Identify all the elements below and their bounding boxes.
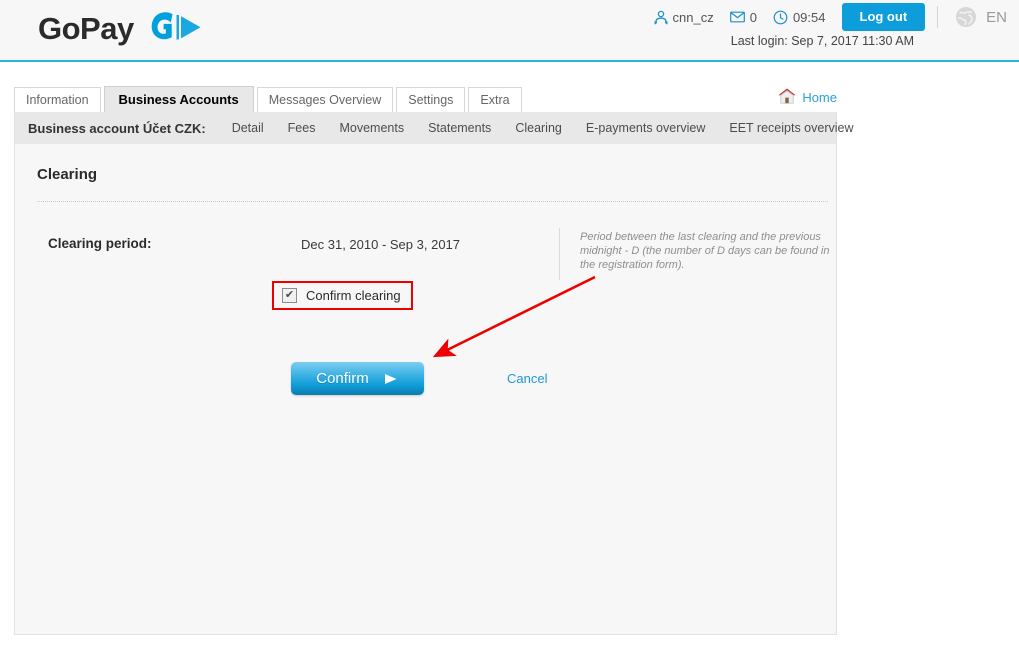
tab-list: Information Business Accounts Messages O… xyxy=(14,86,525,112)
brand-logo[interactable]: GoPay xyxy=(38,8,204,48)
clearing-period-row: Clearing period: Dec 31, 2010 - Sep 3, 2… xyxy=(15,228,836,292)
header-right-controls: cnn_cz 0 09:54 Log out EN Last login: Se… xyxy=(607,0,1007,62)
header-status-row: cnn_cz 0 09:54 Log out EN xyxy=(654,3,1007,31)
confirm-clearing-highlight: ✔ Confirm clearing xyxy=(272,281,413,310)
logout-button[interactable]: Log out xyxy=(841,3,926,31)
home-label: Home xyxy=(802,90,837,105)
messages-indicator[interactable]: 0 xyxy=(729,9,757,25)
house-icon xyxy=(777,86,797,109)
page-title: Clearing xyxy=(37,166,98,183)
globe-icon[interactable] xyxy=(954,5,978,29)
tab-extra[interactable]: Extra xyxy=(468,87,522,112)
tab-settings[interactable]: Settings xyxy=(396,87,466,112)
form-actions: Confirm Cancel xyxy=(291,362,547,395)
home-link[interactable]: Home xyxy=(777,86,837,109)
clearing-period-value: Dec 31, 2010 - Sep 3, 2017 xyxy=(301,237,461,252)
note-divider xyxy=(559,228,560,280)
subnav-link-epayments-overview[interactable]: E-payments overview xyxy=(586,121,706,135)
tab-information[interactable]: Information xyxy=(14,87,101,112)
confirm-button[interactable]: Confirm xyxy=(291,362,424,395)
tab-business-accounts[interactable]: Business Accounts xyxy=(103,86,254,112)
cancel-link[interactable]: Cancel xyxy=(507,371,547,386)
title-separator xyxy=(37,201,828,202)
user-icon xyxy=(654,10,668,25)
account-subnav: Business account Účet CZK: Detail Fees M… xyxy=(15,112,854,144)
language-code[interactable]: EN xyxy=(986,9,1007,26)
subnav-link-clearing[interactable]: Clearing xyxy=(515,121,562,135)
header-divider xyxy=(937,6,939,28)
session-clock: 09:54 xyxy=(773,10,826,25)
user-account[interactable]: cnn_cz xyxy=(654,10,714,25)
last-login-text: Last login: Sep 7, 2017 11:30 AM xyxy=(730,34,914,48)
clearing-period-note: Period between the last clearing and the… xyxy=(580,231,830,271)
play-arrow-icon xyxy=(383,372,399,386)
subnav-account-title: Business account Účet CZK: xyxy=(28,120,206,136)
session-time: 09:54 xyxy=(792,9,826,25)
clock-icon xyxy=(773,10,788,25)
confirm-clearing-checkbox[interactable]: ✔ xyxy=(282,288,297,303)
page-header: GoPay cnn_cz 0 09:54 Log out EN Last log… xyxy=(0,0,1019,62)
gopay-g-play-icon xyxy=(148,11,204,45)
content-panel: Business account Účet CZK: Detail Fees M… xyxy=(14,112,854,635)
primary-tabbar: Information Business Accounts Messages O… xyxy=(0,62,1019,112)
brand-name: GoPay xyxy=(38,10,134,46)
tab-messages-overview[interactable]: Messages Overview xyxy=(256,87,394,112)
messages-count: 0 xyxy=(749,9,757,25)
subnav-link-eet-receipts-overview[interactable]: EET receipts overview xyxy=(729,121,853,135)
confirm-button-label: Confirm xyxy=(316,370,369,387)
subnav-link-movements[interactable]: Movements xyxy=(339,121,404,135)
checkmark-icon: ✔ xyxy=(284,289,295,301)
confirm-clearing-label[interactable]: Confirm clearing xyxy=(306,288,401,303)
user-name: cnn_cz xyxy=(672,9,714,25)
envelope-icon xyxy=(729,11,745,23)
subnav-link-fees[interactable]: Fees xyxy=(288,121,316,135)
clearing-period-label: Clearing period: xyxy=(48,236,152,251)
subnav-link-statements[interactable]: Statements xyxy=(428,121,491,135)
subnav-link-detail[interactable]: Detail xyxy=(232,121,264,135)
